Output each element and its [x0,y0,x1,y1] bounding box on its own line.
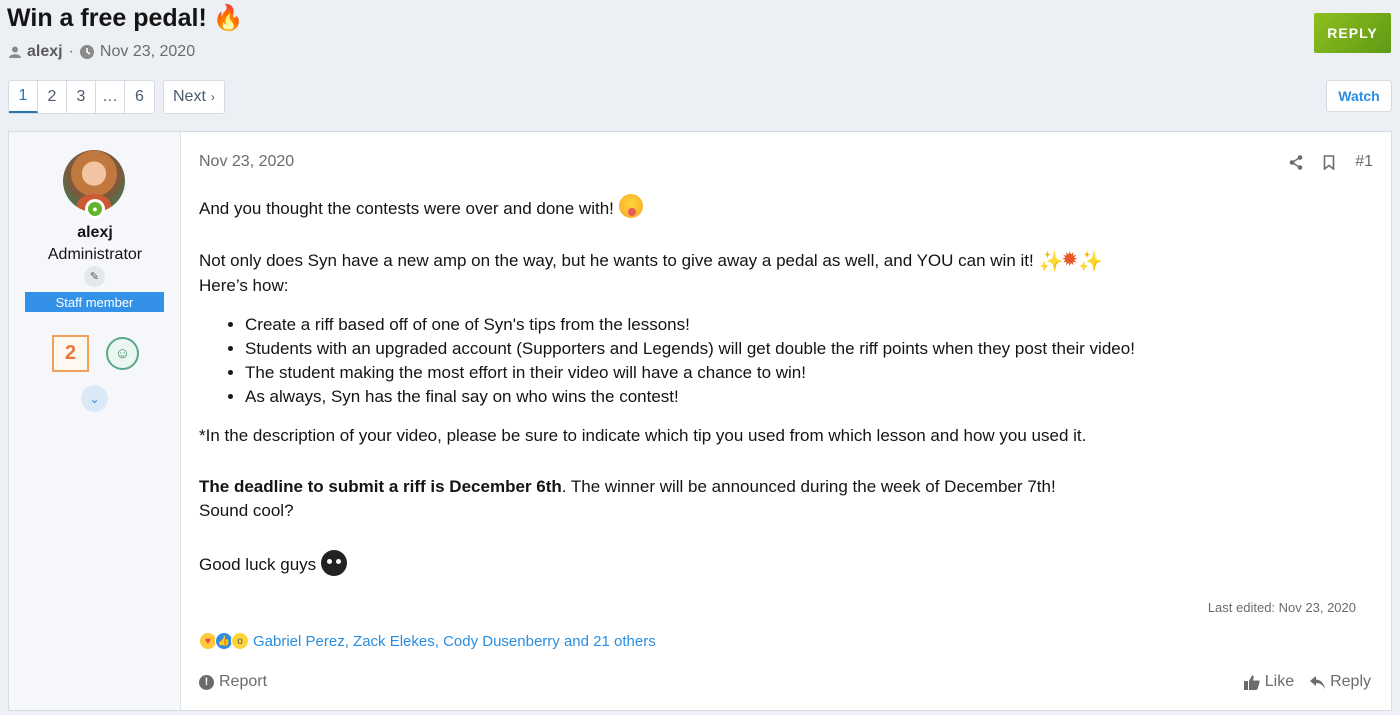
clock-icon [79,45,94,59]
post-tools: #1 [1289,153,1373,171]
message-paragraph: Good luck guys [199,550,1349,577]
next-page-button[interactable]: Next › [163,80,225,114]
staff-badge: Staff member [25,292,164,312]
reply-label: Reply [1330,673,1371,690]
tongue-wink-emoji-icon [618,194,643,218]
post-message: And you thought the contests were over a… [199,194,1349,577]
list-item: As always, Syn has the final say on who … [245,385,1349,409]
like-button[interactable]: Like [1243,673,1295,691]
thread-author[interactable]: alexj [27,43,63,61]
user-title: Administrator [47,246,143,263]
alert-icon: ! [199,674,214,690]
reaction-icons: ♥ 👍 o [199,632,249,650]
message-paragraph: The deadline to submit a riff is Decembe… [199,477,1056,496]
sparkles-icon: ✨ [1078,251,1103,273]
post-username[interactable]: alexj [9,224,181,242]
last-edited: Last edited: Nov 23, 2020 [1207,600,1356,615]
list-item: Students with an upgraded account (Suppo… [245,337,1349,361]
thread-date[interactable]: Nov 23, 2020 [100,43,195,61]
deadline-text: The deadline to submit a riff is Decembe… [199,477,562,496]
thumbs-up-icon [1243,675,1260,690]
trophy-avatar-icon[interactable]: ☺ [106,337,139,370]
page-link-1[interactable]: 1 [9,81,38,113]
page-numbers: 1 2 3 … 6 [8,80,155,114]
report-button[interactable]: ! Report [199,673,267,691]
chevron-right-icon: › [210,90,215,104]
boom-icon: ✹ [1061,249,1079,271]
trophy-count-badge[interactable]: 2 [52,335,89,372]
meta-separator: · [68,43,74,60]
like-label: Like [1264,673,1295,690]
wow-reaction-icon: o [231,632,249,650]
pagination: 1 2 3 … 6 Next › [8,80,225,114]
online-status-icon: ● [85,199,105,219]
next-page-label: Next [173,88,206,105]
chevron-down-icon[interactable]: ⌄ [81,385,108,412]
user-role-icon: ✎ [84,266,105,287]
thread-title-text: Win a free pedal! [7,4,207,32]
list-item: The student making the most effort in th… [245,361,1349,385]
reactions-bar[interactable]: ♥ 👍 o Gabriel Perez, Zack Elekes, Cody D… [199,632,656,650]
watch-button[interactable]: Watch [1326,80,1392,112]
page-link-6[interactable]: 6 [125,81,154,113]
message-paragraph: And you thought the contests were over a… [199,194,1349,221]
report-label: Report [219,673,268,690]
reply-arrow-icon [1310,675,1326,689]
post-user-cell: ● alexj Administrator ✎ Staff member 2 ☺… [9,132,181,710]
message-paragraph: Sound cool? [199,501,294,520]
user-icon [9,46,21,58]
post-date[interactable]: Nov 23, 2020 [199,153,294,171]
thread-meta: alexj · Nov 23, 2020 [9,43,195,61]
post-number[interactable]: #1 [1355,153,1373,171]
page-link-3[interactable]: 3 [67,81,96,113]
reply-quote-button[interactable]: Reply [1310,673,1371,691]
list-item: Create a riff based off of one of Syn's … [245,313,1349,337]
rules-list: Create a riff based off of one of Syn's … [245,313,1349,409]
page-jump-ellipsis[interactable]: … [96,81,125,113]
reactions-list-link[interactable]: Gabriel Perez, Zack Elekes, Cody Dusenbe… [253,633,656,650]
message-paragraph: Here’s how: [199,276,289,295]
skull-emoji-icon [320,550,347,576]
reply-button[interactable]: REPLY [1314,13,1391,53]
message-paragraph: *In the description of your video, pleas… [199,426,1087,445]
fire-icon: 🔥 [212,4,244,32]
post: ● alexj Administrator ✎ Staff member 2 ☺… [8,131,1392,711]
share-icon[interactable] [1289,154,1303,170]
thread-title: Win a free pedal! 🔥 [7,4,244,33]
page-link-2[interactable]: 2 [38,81,67,113]
message-paragraph: Not only does Syn have a new amp on the … [199,249,1103,273]
post-footer: ! Report Like Reply [199,673,1371,691]
sparkles-icon: ✨ [1038,251,1063,273]
bookmark-icon[interactable] [1323,154,1335,170]
